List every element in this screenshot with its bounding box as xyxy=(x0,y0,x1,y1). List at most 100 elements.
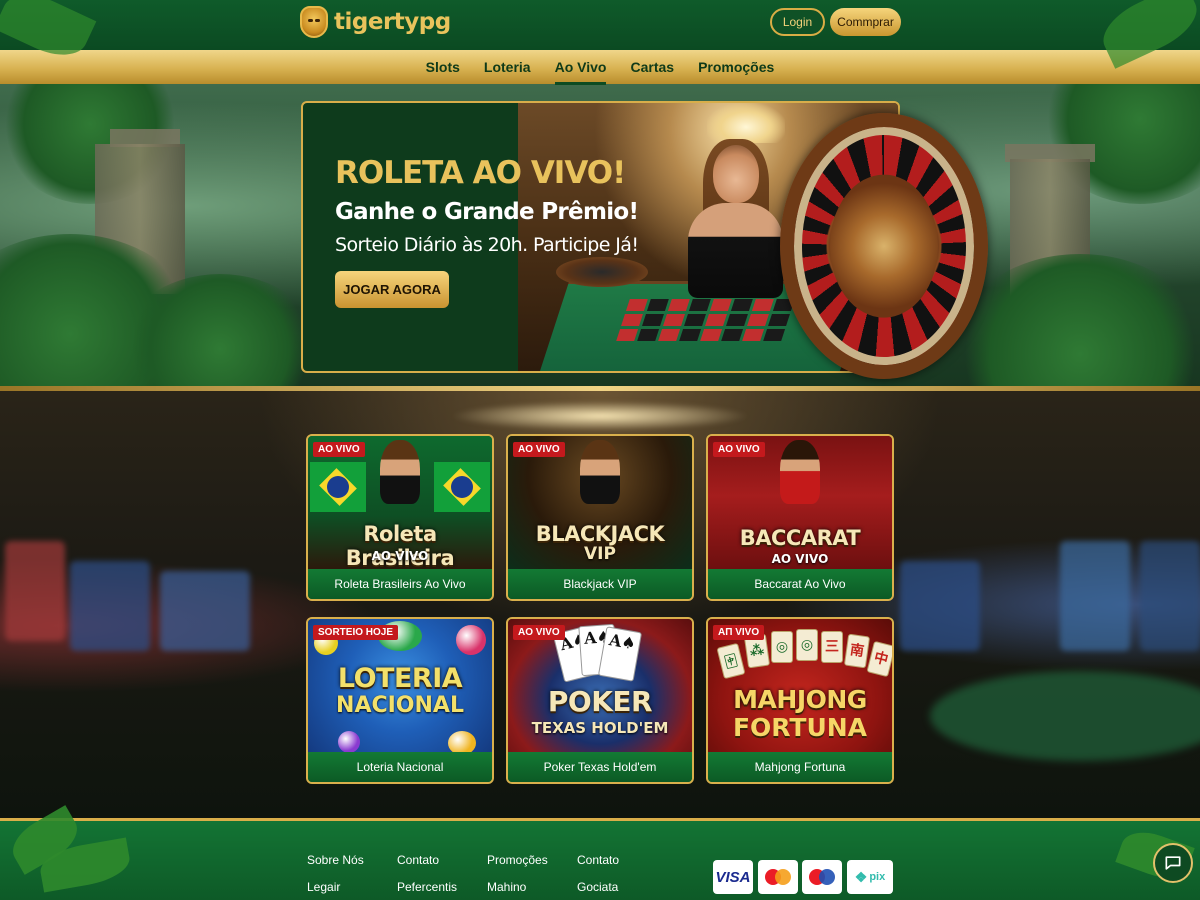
dealer-image xyxy=(380,440,420,504)
game-caption: Roleta Brasileirs Ao Vivo xyxy=(308,569,492,599)
live-badge: AO VIVO xyxy=(513,625,565,640)
slot-machine-blur xyxy=(900,561,980,651)
maestro-logo-icon xyxy=(802,860,842,894)
nav-item-cartas[interactable]: Cartas xyxy=(630,55,674,79)
game-card-roleta-brasileira[interactable]: AO VIVO Roleta Brasileira AO VIVO Roleta… xyxy=(306,434,494,601)
game-card-mahjong-fortuna[interactable]: AΠ VIVO 🀄︎ ⁂ ◎ ◎ 三 南 中 MAHJONG FORTUNA M… xyxy=(706,617,894,784)
games-grid: AO VIVO Roleta Brasileira AO VIVO Roleta… xyxy=(306,434,894,784)
game-card-blackjack-vip[interactable]: AO VIVO BLACKJACK VIP Blackjack VIP xyxy=(506,434,694,601)
game-art-subtitle: AO VIVO xyxy=(771,552,829,566)
dealer-face-image xyxy=(713,145,759,203)
buy-button[interactable]: Commprar xyxy=(830,8,901,36)
game-card-poker-texas-holdem[interactable]: AO VIVO A♠ A♠ A♠ POKER TEXAS HOLD'EM Pok… xyxy=(506,617,694,784)
jungle-foliage xyxy=(950,254,1200,389)
mahjong-tile-icon: ◎ xyxy=(796,629,818,661)
login-button[interactable]: Login xyxy=(770,8,825,36)
live-badge: AO VIVO xyxy=(513,442,565,457)
visa-logo-icon: VISA xyxy=(713,860,753,894)
chandelier-image xyxy=(707,103,785,143)
game-card-loteria-nacional[interactable]: SORTEIO HOJE LOTERIA NACIONAL Loteria Na… xyxy=(306,617,494,784)
site-logo[interactable]: tigertypg xyxy=(300,6,451,38)
mahjong-tile-icon: ◎ xyxy=(771,631,793,663)
footer-column: Sobre Nós Legair xyxy=(307,853,364,894)
game-art-subtitle: AO VIVO xyxy=(371,549,429,563)
lottery-ball-icon xyxy=(456,625,486,655)
game-art: AΠ VIVO 🀄︎ ⁂ ◎ ◎ 三 南 中 MAHJONG FORTUNA xyxy=(708,619,892,752)
live-badge: AO VIVO xyxy=(713,442,765,457)
lottery-ball-icon xyxy=(448,731,476,752)
slot-machine-blur xyxy=(160,571,250,651)
dealer-body-image xyxy=(688,203,783,298)
slot-machine-blur xyxy=(70,561,150,651)
game-art-subtitle: NACIONAL xyxy=(336,693,464,718)
ceiling-light xyxy=(450,401,750,431)
slot-machine-blur xyxy=(1140,541,1200,651)
brazil-flag-icon xyxy=(434,462,490,512)
logo-text: tigertypg xyxy=(334,9,451,35)
footer-column: Promoções Mahino xyxy=(487,853,548,894)
footer: Sobre Nós Legair Contato Pefercentis Pro… xyxy=(0,818,1200,900)
mahjong-tile-icon: 中 xyxy=(866,640,892,678)
pix-logo-icon: ❖ pix xyxy=(847,860,893,894)
game-art-title: BLACKJACK xyxy=(535,522,665,546)
footer-link-promocoes[interactable]: Promoções xyxy=(487,853,548,867)
pix-label: pix xyxy=(869,871,886,883)
nav-item-promocoes[interactable]: Promoções xyxy=(698,55,774,79)
betting-grid-image xyxy=(616,299,795,341)
game-art-title: POKER xyxy=(547,685,653,718)
footer-link-contato[interactable]: Contato xyxy=(397,853,457,867)
game-art: AO VIVO Roleta Brasileira AO VIVO xyxy=(308,436,492,569)
dealer-image xyxy=(780,440,820,504)
slot-machine-blur xyxy=(5,541,65,641)
small-wheel-image xyxy=(556,257,648,287)
main-nav: Slots Loteria Ao Vivo Cartas Promoções xyxy=(0,50,1200,85)
hero-section: ROLETA AO VIVO! Ganhe o Grande Prêmio! S… xyxy=(0,84,1200,389)
live-badge: AΠ VIVO xyxy=(713,625,765,640)
dealer-image xyxy=(580,440,620,504)
game-art: AO VIVO BACCARAT AO VIVO xyxy=(708,436,892,569)
game-art: AO VIVO BLACKJACK VIP xyxy=(508,436,692,569)
live-badge: AO VIVO xyxy=(313,442,365,457)
table-blur xyxy=(930,671,1200,761)
nav-item-slots[interactable]: Slots xyxy=(426,55,460,79)
game-art: SORTEIO HOJE LOTERIA NACIONAL xyxy=(308,619,492,752)
playing-card-icon: A♠ xyxy=(597,626,643,682)
game-caption: Blackjack VIP xyxy=(508,569,692,599)
game-art-subtitle: VIP xyxy=(584,544,616,564)
nav-item-loteria[interactable]: Loteria xyxy=(484,55,531,79)
chat-button[interactable] xyxy=(1153,843,1193,883)
footer-link-sobre-nos[interactable]: Sobre Nós xyxy=(307,853,364,867)
promo-title: ROLETA AO VIVO! xyxy=(335,155,626,191)
footer-link-pefercentis[interactable]: Pefercentis xyxy=(397,880,457,894)
tiger-logo-icon xyxy=(300,6,328,38)
footer-link-legal[interactable]: Legair xyxy=(307,880,364,894)
mahjong-tile-icon: 南 xyxy=(843,633,871,669)
mahjong-tile-icon: 三 xyxy=(821,631,843,663)
game-art-title: LOTERIA xyxy=(337,663,463,694)
footer-column: Contato Pefercentis xyxy=(397,853,457,894)
play-now-button[interactable]: JOGAR AGORA xyxy=(335,271,449,308)
game-art-subtitle: TEXAS HOLD'EM xyxy=(531,719,669,737)
game-caption: Poker Texas Hold'em xyxy=(508,752,692,782)
game-card-baccarat[interactable]: AO VIVO BACCARAT AO VIVO Baccarat Ao Viv… xyxy=(706,434,894,601)
today-draw-badge: SORTEIO HOJE xyxy=(313,625,399,640)
lottery-ball-icon xyxy=(338,731,360,752)
mahjong-tile-icon: 🀄︎ xyxy=(716,642,746,680)
mastercard-logo-icon xyxy=(758,860,798,894)
game-art-subtitle: FORTUNA xyxy=(732,713,868,742)
game-caption: Loteria Nacional xyxy=(308,752,492,782)
promo-subtitle: Ganhe o Grande Prêmio! xyxy=(335,199,639,225)
slot-machine-blur xyxy=(1060,541,1130,651)
top-header: tigertypg Login Commprar xyxy=(0,0,1200,50)
game-art: AO VIVO A♠ A♠ A♠ POKER TEXAS HOLD'EM xyxy=(508,619,692,752)
footer-link-gociata[interactable]: Gociata xyxy=(577,880,619,894)
footer-link-mahino[interactable]: Mahino xyxy=(487,880,548,894)
game-art-title: MAHJONG xyxy=(733,685,867,714)
chat-bubble-icon xyxy=(1165,856,1181,870)
game-art-title: BACCARAT xyxy=(739,526,861,550)
promo-description: Sorteio Diário às 20h. Participe Já! xyxy=(335,234,639,256)
nav-item-ao-vivo[interactable]: Ao Vivo xyxy=(554,55,606,85)
game-caption: Baccarat Ao Vivo xyxy=(708,569,892,599)
footer-link-contato-2[interactable]: Contato xyxy=(577,853,619,867)
roulette-wheel-image xyxy=(780,113,988,379)
